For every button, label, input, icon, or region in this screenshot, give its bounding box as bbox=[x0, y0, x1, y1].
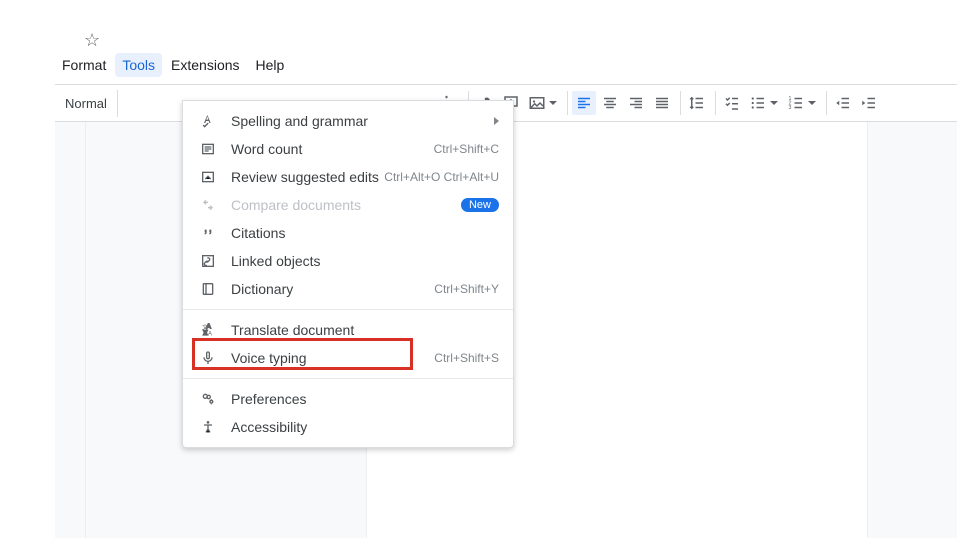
menu-word-count[interactable]: Word count Ctrl+Shift+C bbox=[183, 135, 513, 163]
menu-tools[interactable]: Tools bbox=[115, 53, 162, 77]
menu-label: Spelling and grammar bbox=[231, 113, 494, 129]
menu-label: Voice typing bbox=[231, 350, 434, 366]
align-left-icon[interactable] bbox=[572, 91, 596, 115]
dictionary-icon bbox=[197, 281, 219, 297]
dropdown-caret-icon[interactable] bbox=[808, 101, 816, 105]
menu-compare-documents: Compare documents New bbox=[183, 191, 513, 219]
menu-shortcut: Ctrl+Shift+S bbox=[434, 351, 499, 365]
align-right-icon[interactable] bbox=[624, 91, 648, 115]
increase-indent-icon[interactable] bbox=[857, 91, 881, 115]
menu-linked-objects[interactable]: Linked objects bbox=[183, 247, 513, 275]
menu-label: Word count bbox=[231, 141, 434, 157]
menu-accessibility[interactable]: Accessibility bbox=[183, 413, 513, 441]
menu-help[interactable]: Help bbox=[249, 53, 292, 77]
compare-icon bbox=[197, 197, 219, 213]
menu-extensions[interactable]: Extensions bbox=[164, 53, 246, 77]
new-badge: New bbox=[461, 198, 499, 212]
word-count-icon bbox=[197, 141, 219, 157]
numbered-list-icon[interactable]: 123 bbox=[784, 91, 808, 115]
svg-text:A: A bbox=[208, 331, 212, 337]
menu-spelling-grammar[interactable]: Spelling and grammar bbox=[183, 107, 513, 135]
menu-separator bbox=[183, 309, 513, 310]
align-justify-icon[interactable] bbox=[650, 91, 674, 115]
submenu-arrow-icon bbox=[494, 117, 499, 125]
dropdown-caret-icon[interactable] bbox=[549, 101, 557, 105]
voice-typing-icon bbox=[197, 350, 219, 366]
menu-preferences[interactable]: Preferences bbox=[183, 385, 513, 413]
style-selector[interactable]: Normal bbox=[57, 90, 118, 117]
menu-dictionary[interactable]: Dictionary Ctrl+Shift+Y bbox=[183, 275, 513, 303]
dropdown-caret-icon[interactable] bbox=[770, 101, 778, 105]
menu-label: Compare documents bbox=[231, 197, 461, 213]
menu-label: Review suggested edits bbox=[231, 169, 384, 185]
menu-voice-typing[interactable]: Voice typing Ctrl+Shift+S bbox=[183, 344, 513, 372]
accessibility-icon bbox=[197, 419, 219, 435]
menu-translate-document[interactable]: 文A Translate document bbox=[183, 316, 513, 344]
menu-separator bbox=[183, 378, 513, 379]
vertical-ruler bbox=[55, 122, 86, 538]
spelling-icon bbox=[197, 113, 219, 129]
line-spacing-icon[interactable] bbox=[685, 91, 709, 115]
menu-shortcut: Ctrl+Shift+Y bbox=[434, 282, 499, 296]
menu-review-edits[interactable]: Review suggested edits Ctrl+Alt+O Ctrl+A… bbox=[183, 163, 513, 191]
decrease-indent-icon[interactable] bbox=[831, 91, 855, 115]
insert-image-icon[interactable] bbox=[525, 91, 549, 115]
menu-citations[interactable]: Citations bbox=[183, 219, 513, 247]
menu-format[interactable]: Format bbox=[55, 53, 113, 77]
linked-objects-icon bbox=[197, 253, 219, 269]
menu-shortcut: Ctrl+Shift+C bbox=[434, 142, 499, 156]
translate-icon: 文A bbox=[197, 322, 219, 338]
bulleted-list-icon[interactable] bbox=[746, 91, 770, 115]
menu-label: Accessibility bbox=[231, 419, 499, 435]
star-icon[interactable]: ☆ bbox=[55, 30, 100, 51]
menu-label: Preferences bbox=[231, 391, 499, 407]
svg-text:文: 文 bbox=[202, 323, 208, 331]
menu-shortcut: Ctrl+Alt+O Ctrl+Alt+U bbox=[384, 170, 499, 184]
preferences-icon bbox=[197, 391, 219, 407]
citations-icon bbox=[197, 225, 219, 241]
menu-label: Dictionary bbox=[231, 281, 434, 297]
align-center-icon[interactable] bbox=[598, 91, 622, 115]
menu-label: Linked objects bbox=[231, 253, 499, 269]
menu-label: Citations bbox=[231, 225, 499, 241]
svg-text:3: 3 bbox=[788, 105, 791, 111]
menu-label: Translate document bbox=[231, 322, 499, 338]
menubar: Format Tools Extensions Help bbox=[55, 52, 957, 78]
tools-dropdown: Spelling and grammar Word count Ctrl+Shi… bbox=[182, 100, 514, 448]
checklist-icon[interactable] bbox=[720, 91, 744, 115]
review-edits-icon bbox=[197, 169, 219, 185]
